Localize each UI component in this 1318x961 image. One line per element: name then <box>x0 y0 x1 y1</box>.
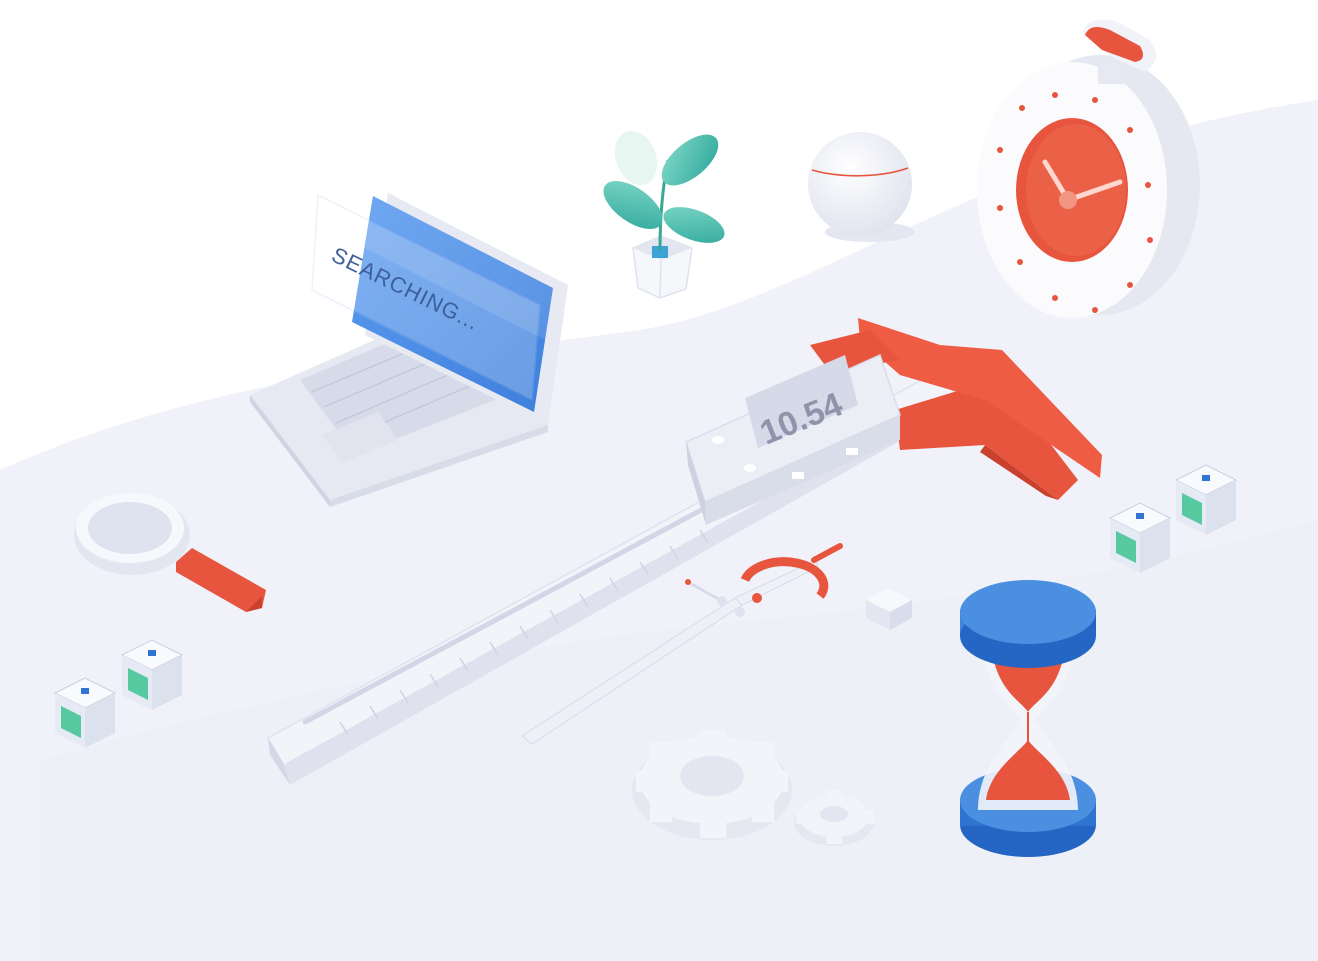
illustration-canvas: SEARCHING... 10.54 <box>0 19 1318 961</box>
chip-cube-right-2 <box>1108 502 1172 573</box>
plant-icon <box>603 130 725 299</box>
large-gear <box>632 730 792 840</box>
illustration-scene: SEARCHING... 10.54 <box>0 0 1318 961</box>
stopwatch-icon <box>977 19 1200 318</box>
chip-cube-left-1 <box>120 639 184 710</box>
sphere-icon <box>808 132 915 242</box>
chip-cube-right-1 <box>1174 464 1238 535</box>
chip-cube-left-2 <box>53 677 117 748</box>
